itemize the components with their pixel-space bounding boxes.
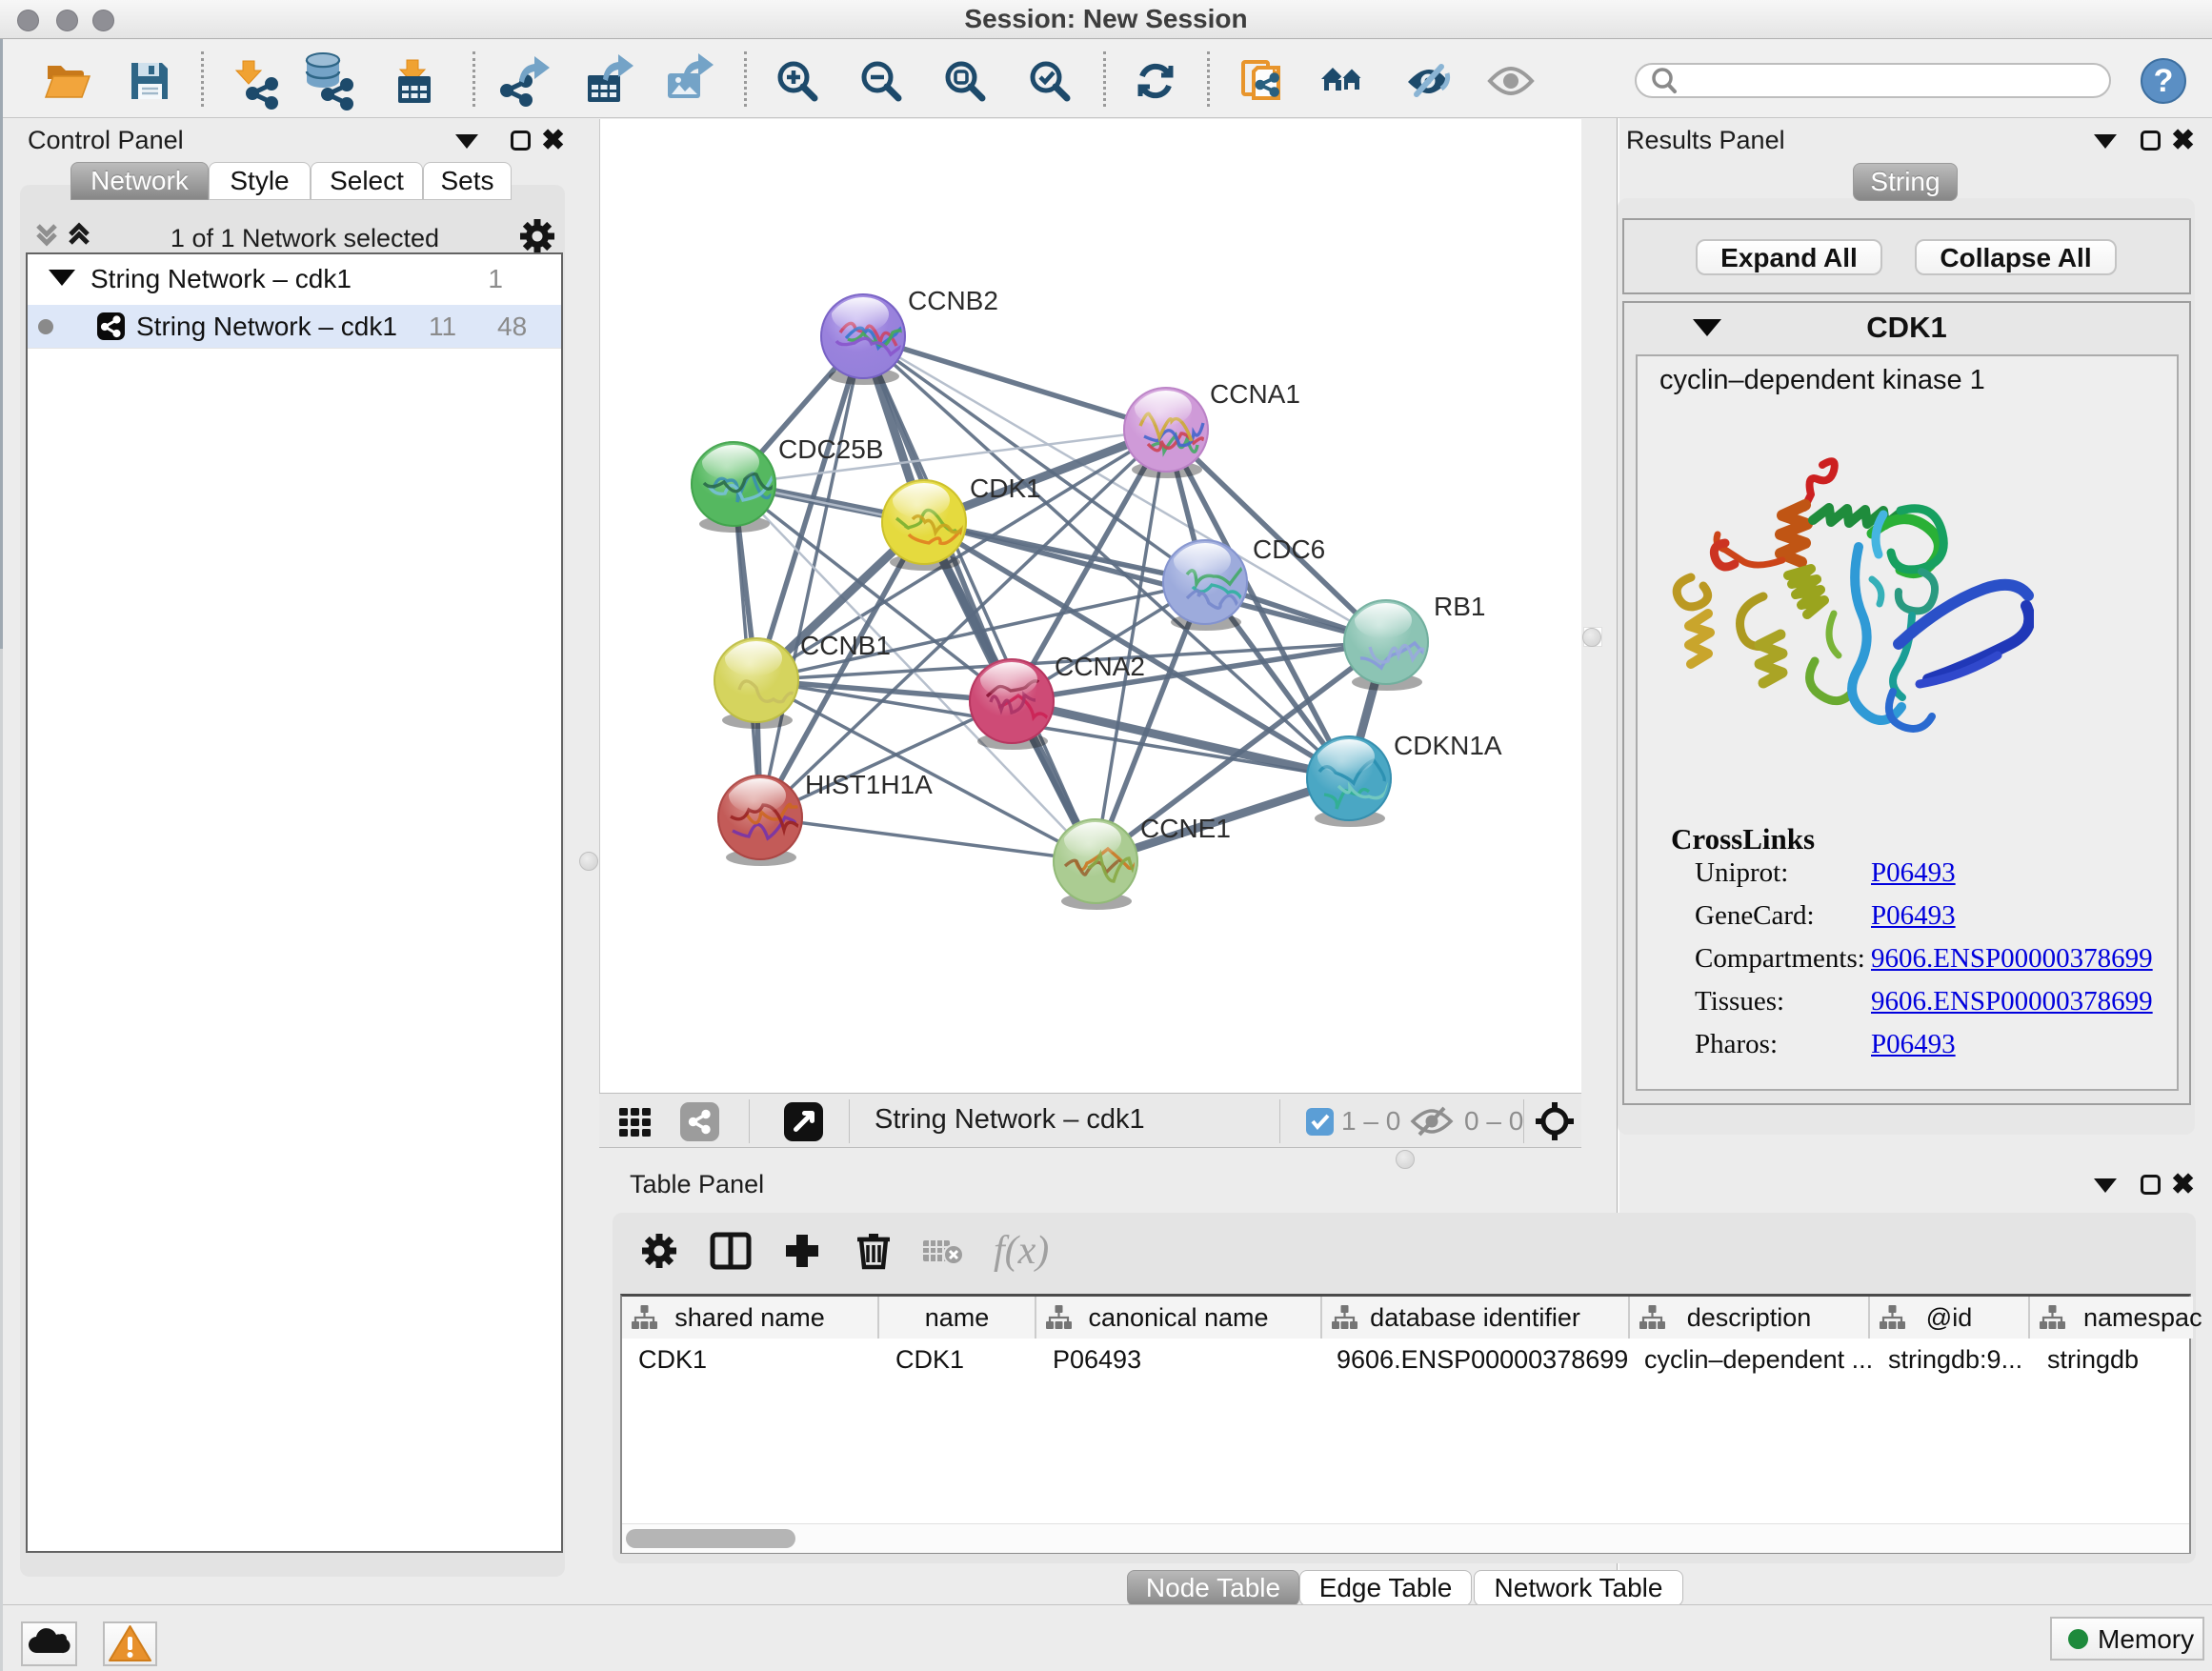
svg-text:CCNA1: CCNA1 [1210,379,1300,409]
svg-text:CDC6: CDC6 [1253,534,1325,564]
svg-text:CDC25B: CDC25B [778,434,883,464]
svg-text:f(x): f(x) [994,1229,1049,1273]
svg-text:?: ? [2154,63,2174,99]
svg-text:CDK1: CDK1 [970,473,1041,503]
svg-text:HIST1H1A: HIST1H1A [805,770,933,799]
svg-text:CCNB1: CCNB1 [800,631,891,660]
svg-text:CDKN1A: CDKN1A [1394,731,1502,760]
svg-text:RB1: RB1 [1434,592,1485,621]
svg-text:CCNE1: CCNE1 [1140,814,1231,843]
svg-text:CCNA2: CCNA2 [1055,652,1145,681]
svg-text:CCNB2: CCNB2 [908,286,998,315]
